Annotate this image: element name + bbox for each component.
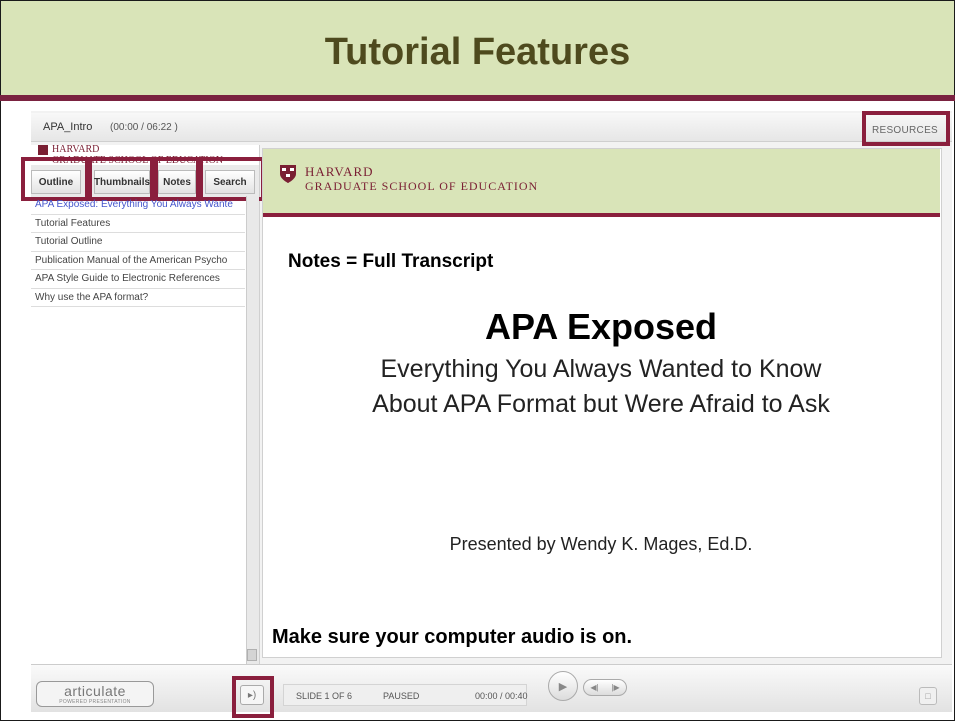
slide-subtitle-line1: Everything You Always Wanted to Know [380, 355, 822, 383]
playback-time: 00:00 / 00:40 [475, 691, 528, 701]
brand-subtitle: POWERED PRESENTATION [59, 699, 131, 705]
outline-item[interactable]: Tutorial Features [31, 215, 245, 233]
fullscreen-icon: □ [925, 691, 931, 701]
highlight-outline-tab [21, 157, 89, 201]
highlight-search-tab [199, 157, 265, 201]
project-title: APA_Intro [43, 121, 93, 133]
sidebar-logo-shield-icon [38, 144, 48, 155]
title-bar: Tutorial Features [1, 1, 954, 95]
articulate-logo: articulate POWERED PRESENTATION [36, 681, 154, 707]
next-slide-icon[interactable]: |▶ [611, 683, 619, 692]
outline-item[interactable]: APA Style Guide to Electronic References [31, 270, 245, 289]
brand-word: articulate [64, 683, 126, 699]
harvard-shield-icon [280, 165, 296, 183]
outline-list: APA Exposed: Everything You Always Wante… [31, 196, 245, 307]
outline-item[interactable]: Why use the APA format? [31, 289, 245, 307]
outline-item[interactable]: Publication Manual of the American Psych… [31, 252, 245, 270]
audio-note: Make sure your computer audio is on. [272, 626, 633, 648]
highlight-resources [862, 111, 950, 146]
presenter-credit: Presented by Wendy K. Mages, Ed.D. [449, 534, 753, 554]
outline-item[interactable]: APA Exposed: Everything You Always Wante [31, 196, 245, 215]
slide-logo-line2: GRADUATE SCHOOL OF EDUCATION [305, 179, 539, 193]
highlight-notes-tab [154, 157, 200, 201]
fullscreen-button[interactable]: □ [919, 687, 937, 705]
slide-main-title: APA Exposed [484, 306, 718, 347]
scroll-down-icon[interactable] [247, 649, 257, 661]
page-title: Tutorial Features [324, 31, 631, 73]
sidebar-logo-line1: HARVARD [52, 144, 100, 155]
slide-counter: SLIDE 1 OF 6 [296, 691, 353, 701]
slide-logo-line1: HARVARD [305, 164, 374, 179]
play-icon: ▶ [558, 680, 568, 693]
slide-header-divider [263, 213, 940, 217]
project-duration: (00:00 / 06:22 ) [110, 122, 178, 133]
playback-state: PAUSED [383, 691, 420, 701]
highlight-thumbnails-tab [88, 157, 154, 201]
slide-subtitle-line2: About APA Format but Were Afraid to Ask [372, 390, 830, 418]
title-divider [0, 95, 955, 101]
previous-slide-icon[interactable]: ◀| [590, 683, 598, 692]
outline-item[interactable]: Tutorial Outline [31, 233, 245, 252]
slide-nav-buttons[interactable]: ◀| |▶ [583, 679, 627, 696]
notes-callout: Notes = Full Transcript [288, 251, 494, 272]
sidebar-scrollbar[interactable] [246, 196, 259, 664]
play-button[interactable]: ▶ [548, 671, 578, 701]
highlight-volume [232, 676, 274, 718]
